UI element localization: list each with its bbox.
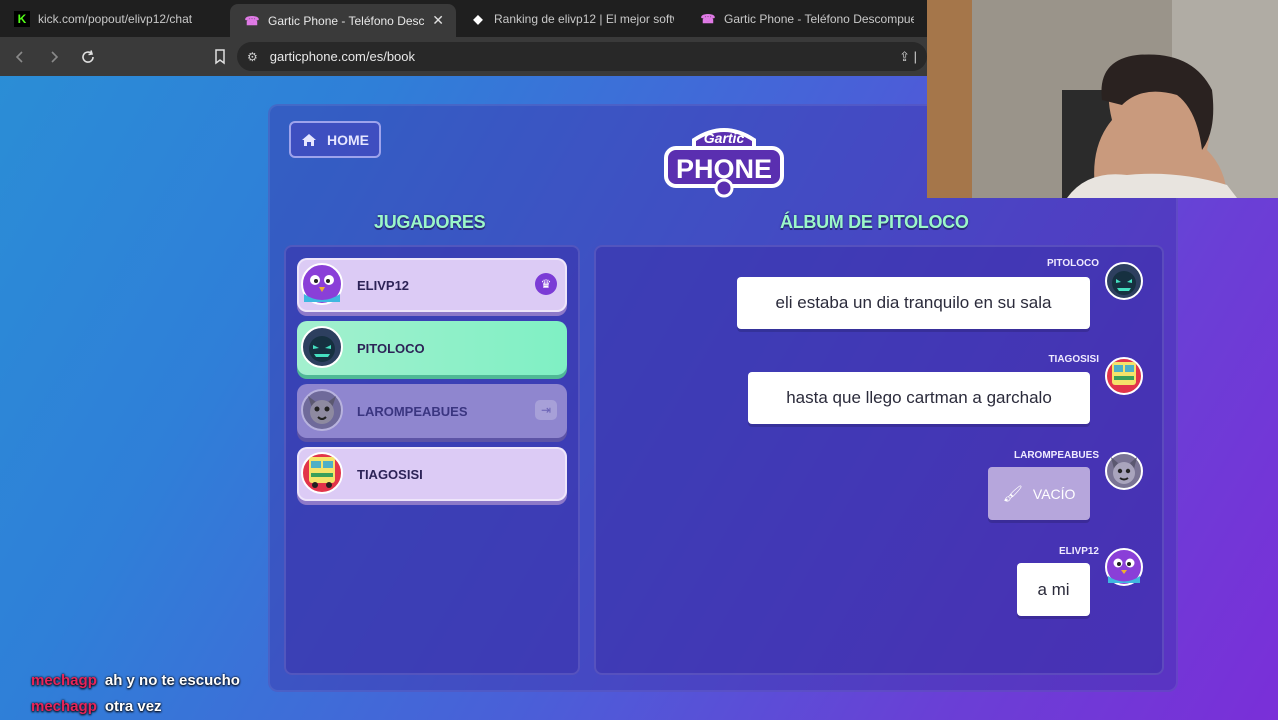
purple-bird-avatar-icon [1105, 548, 1143, 586]
album-text-bubble: a mi [1017, 563, 1090, 616]
hooded-monster-avatar-icon [1105, 262, 1143, 300]
player-row-pitoloco[interactable]: PITOLOCO [297, 321, 567, 375]
empty-label: VACÍO [1032, 485, 1076, 502]
tab-title: Ranking de elivp12 | El mejor softwar [494, 11, 674, 26]
album-author: PITOLOCO [1046, 258, 1099, 269]
album-author: LAROMPEABUES [1013, 450, 1099, 461]
player-row-larompeabues[interactable]: LAROMPEABUES ⇥ [297, 384, 567, 438]
diamond-icon: ◆ [473, 11, 483, 26]
album-text-bubble: eli estaba un dia tranquilo en su sala [737, 277, 1090, 329]
player-name: LAROMPEABUES [357, 403, 468, 419]
tab-title: Gartic Phone - Teléfono Descom [268, 13, 425, 28]
chat-username: mechagp [31, 698, 97, 715]
player-row-tiagosisi[interactable]: TIAGOSISI [297, 447, 567, 501]
share-icon[interactable]: ⇪ | [899, 49, 917, 65]
player-name: ELIVP12 [357, 277, 410, 293]
bookmark-icon[interactable] [206, 43, 234, 71]
webcam-video [927, 0, 1278, 198]
reload-icon[interactable] [74, 43, 102, 71]
bus-avatar-icon [301, 452, 343, 494]
logo-bottom-text: PHONE [676, 154, 772, 184]
player-name: TIAGOSISI [357, 466, 423, 482]
player-name: PITOLOCO [357, 340, 425, 356]
home-button[interactable]: HOME [289, 121, 381, 158]
tab-title: Gartic Phone - Teléfono Descompues [724, 11, 914, 26]
hooded-monster-avatar-icon [301, 326, 343, 368]
player-row-elivp12[interactable]: ELIVP12 ♛ [297, 258, 567, 312]
home-icon [302, 133, 316, 146]
chat-username: mechagp [31, 672, 97, 689]
chat-text: otra vez [104, 698, 162, 715]
back-icon[interactable] [6, 43, 34, 71]
crown-icon: ♛ [535, 273, 557, 295]
wolf-avatar-icon [301, 389, 343, 431]
wolf-avatar-icon [1105, 452, 1143, 490]
chat-message: mechagp ah y no te escucho [31, 672, 240, 689]
purple-bird-avatar-icon [301, 263, 343, 305]
album-author: ELIVP12 [1058, 546, 1099, 557]
chat-message: mechagp otra vez [31, 698, 162, 715]
phone-icon: ☎ [244, 13, 260, 28]
kick-icon: K [14, 10, 30, 27]
album-author: TIAGOSISI [1048, 354, 1099, 365]
phone-icon: ☎ [700, 11, 716, 26]
chat-text: ah y no te escucho [104, 672, 240, 689]
close-tab-icon[interactable]: ✕ [432, 12, 444, 29]
forward-icon[interactable] [40, 43, 68, 71]
bus-avatar-icon [1105, 357, 1143, 395]
players-title: JUGADORES [374, 212, 486, 232]
brush-icon: 🖌 [1002, 485, 1023, 503]
tab-title: kick.com/popout/elivp12/chat [38, 11, 193, 26]
url-text: garticphone.com/es/book [269, 49, 416, 64]
site-settings-icon[interactable]: ⚙ [247, 50, 258, 64]
album-empty-bubble: 🖌 VACÍO [988, 467, 1090, 520]
tab-gartic-2[interactable]: ☎ Gartic Phone - Teléfono Descompues [686, 0, 926, 37]
address-bar[interactable]: ⚙ garticphone.com/es/book ⇪ | [237, 42, 927, 71]
gartic-phone-logo: Gartic PHONE [664, 128, 784, 198]
tab-kick-chat[interactable]: K kick.com/popout/elivp12/chat [0, 0, 230, 37]
home-label: HOME [327, 131, 369, 148]
tab-gartic-active[interactable]: ☎ Gartic Phone - Teléfono Descom ✕ [230, 4, 456, 37]
logo-top-text: Gartic [704, 130, 745, 146]
album-text-bubble: hasta que llego cartman a garchalo [748, 372, 1090, 424]
album-title: ÁLBUM DE PITOLOCO [780, 212, 969, 232]
exit-icon: ⇥ [535, 400, 557, 420]
tab-ranking[interactable]: ◆ Ranking de elivp12 | El mejor softwar [456, 0, 686, 37]
